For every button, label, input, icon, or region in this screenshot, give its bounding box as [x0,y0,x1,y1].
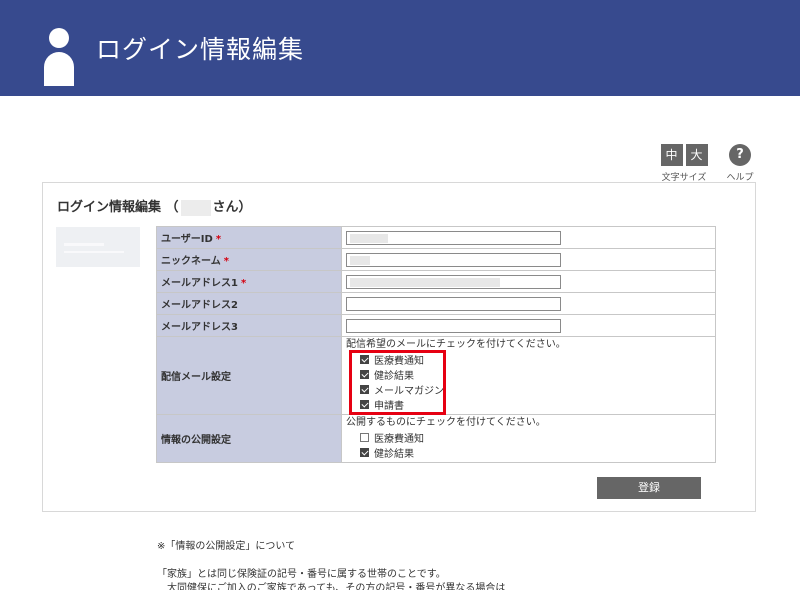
user-icon [44,28,74,86]
redacted-username [180,199,211,216]
login-form-table: ユーザーID * ニックネーム * メールアドレス1 * メールアドレス2 メールアド… [156,226,716,463]
panel-title-suffix: さん） [212,200,252,215]
mail-settings-note: 配信希望のメールにチェックを付けてください。 [346,339,566,350]
mail-option-checkup-result[interactable]: 健診結果 [346,367,711,382]
email2-label: メールアドレス2 [161,300,238,311]
row-public-settings: 情報の公開設定 公開するものにチェックを付けてください。 医療費通知 健診結果 [156,414,716,463]
row-email1: メールアドレス1 * [156,270,716,293]
public-option-checkup-result[interactable]: 健診結果 [346,445,711,460]
font-size-medium-button[interactable]: 中 [660,144,683,166]
required-mark: * [215,234,222,245]
email3-input[interactable] [346,318,561,333]
help-icon[interactable]: ? [729,144,751,166]
register-button[interactable]: 登録 [597,477,701,499]
font-size-large-button[interactable]: 大 [685,144,708,166]
checkbox[interactable] [360,385,369,394]
footnote-line-2: 大同健保にご加入のご家族であっても、その方の記号・番号が異なる場合は [167,583,506,590]
footnote-body: 「家族」とは同じ保険証の記号・番号に属する世帯のことです。 大同健保にご加入のご… [157,568,505,590]
mail-option-medical-notice[interactable]: 医療費通知 [346,352,711,367]
font-size-control: 中 大 文字サイズ [656,144,712,183]
row-email2: メールアドレス2 [156,292,716,315]
option-label: 健診結果 [374,449,414,460]
panel-title-prefix: ログイン情報編集 （ [57,200,179,215]
option-label: 健診結果 [374,371,414,382]
public-settings-label: 情報の公開設定 [161,435,231,446]
email1-input[interactable] [346,274,561,289]
avatar [56,227,140,267]
email3-label: メールアドレス3 [161,322,238,333]
option-label: 医療費通知 [374,434,424,445]
mail-option-application[interactable]: 申請書 [346,397,711,412]
panel-title: ログイン情報編集 （ さん） [57,196,252,216]
app-header: ログイン情報編集 [0,0,800,96]
row-user-id: ユーザーID * [156,226,716,249]
checkbox[interactable] [360,355,369,364]
public-settings-note: 公開するものにチェックを付けてください。 [346,417,546,428]
email1-label: メールアドレス1 [161,278,238,289]
option-label: 医療費通知 [374,356,424,367]
option-label: 申請書 [374,401,404,412]
public-settings-footnote-title: ※「情報の公開設定」について [157,541,296,552]
checkbox[interactable] [360,370,369,379]
page-title: ログイン情報編集 [96,35,305,64]
mail-option-magazine[interactable]: メールマガジン [346,382,711,397]
nickname-label: ニックネーム [161,256,221,267]
public-option-medical-notice[interactable]: 医療費通知 [346,430,711,445]
required-mark: * [240,278,247,289]
user-id-label: ユーザーID [161,234,213,245]
option-label: メールマガジン [374,386,444,397]
row-nickname: ニックネーム * [156,248,716,271]
row-email3: メールアドレス3 [156,314,716,337]
required-mark: * [223,256,229,267]
row-mail-settings: 配信メール設定 配信希望のメールにチェックを付けてください。 医療費通知 健診結… [156,336,716,415]
user-id-input[interactable] [346,230,561,245]
nickname-input[interactable] [346,252,561,267]
checkbox[interactable] [360,433,369,442]
help-control: ? ヘルプ [722,144,758,183]
footnote-line-1: 「家族」とは同じ保険証の記号・番号に属する世帯のことです。 [157,569,446,580]
mail-settings-label: 配信メール設定 [161,372,231,383]
checkbox[interactable] [360,400,369,409]
checkbox[interactable] [360,448,369,457]
email2-input[interactable] [346,296,561,311]
login-info-panel: ログイン情報編集 （ さん） ユーザーID * ニックネーム * メールアドレス1 * … [42,182,756,512]
